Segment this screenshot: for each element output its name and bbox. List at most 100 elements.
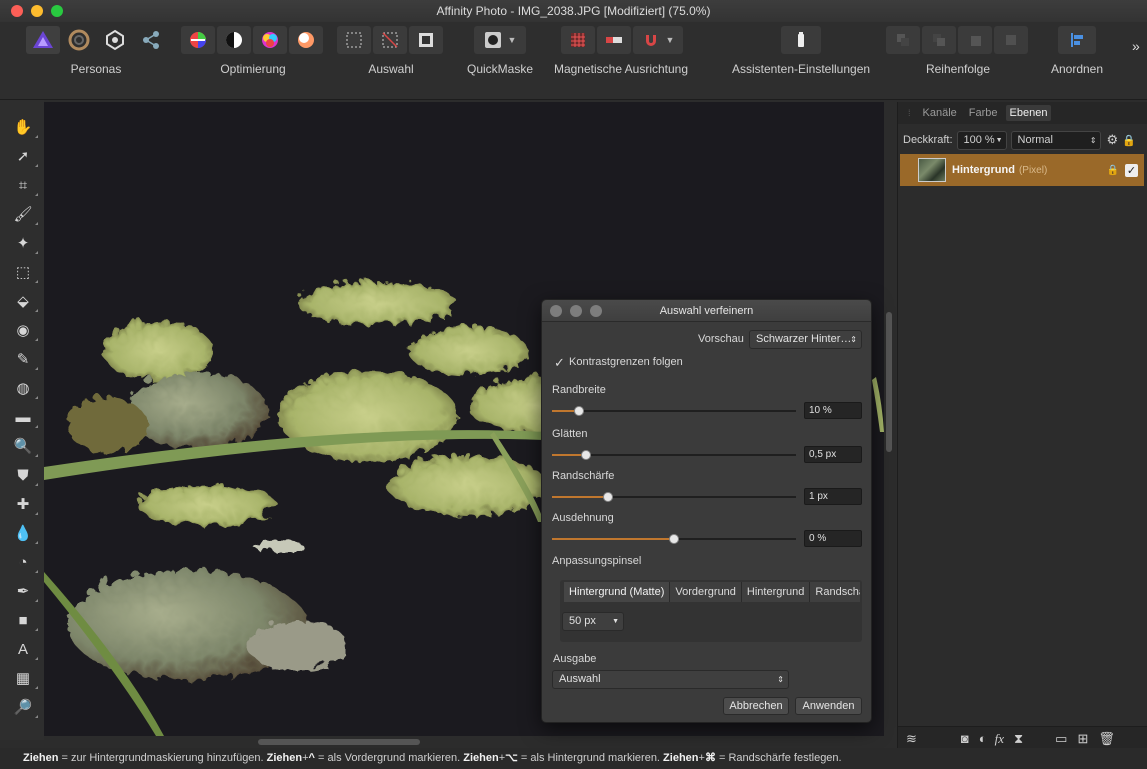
layers-stack-icon[interactable]: ≋	[906, 731, 917, 747]
slider-track[interactable]	[552, 450, 796, 460]
maximize-window-button[interactable]	[51, 5, 63, 17]
vertical-scrollbar[interactable]	[886, 312, 892, 452]
move-back-one-button[interactable]	[922, 26, 956, 54]
brush-tab[interactable]: Hintergrund	[741, 582, 811, 602]
liquify-persona-button[interactable]	[62, 26, 96, 54]
contrast-checkbox[interactable]: ✓	[554, 355, 565, 371]
close-window-button[interactable]	[11, 5, 23, 17]
slider-value-field[interactable]: 1 px	[804, 488, 862, 505]
slider-value-field[interactable]: 0 %	[804, 530, 862, 547]
hand-tool-icon[interactable]: ✋	[12, 116, 38, 138]
folder-icon[interactable]: ▭	[1055, 731, 1067, 747]
dialog-maximize-button[interactable]	[590, 305, 602, 317]
status-text: = Randschärfe festlegen.	[715, 752, 842, 764]
slider-value-field[interactable]: 0,5 px	[804, 446, 862, 463]
brush-size-select[interactable]: 50 px ▼	[562, 612, 624, 631]
add-pixel-layer-icon[interactable]: ⊞	[1077, 731, 1088, 747]
shape-tool-icon[interactable]: ■	[12, 609, 38, 631]
photo-persona-button[interactable]	[26, 26, 60, 54]
slider-knob[interactable]	[669, 534, 679, 544]
minimize-window-button[interactable]	[31, 5, 43, 17]
brush-tab[interactable]: Randschä	[810, 582, 860, 602]
horizontal-scrollbar[interactable]	[258, 739, 420, 745]
deselect-button[interactable]	[373, 26, 407, 54]
color-replace-icon[interactable]: ◍	[12, 377, 38, 399]
apply-button[interactable]: Anwenden	[795, 697, 862, 715]
slider-knob[interactable]	[581, 450, 592, 460]
gear-icon[interactable]: ⚙	[1107, 132, 1119, 148]
healing-icon[interactable]: ✚	[12, 493, 38, 515]
dialog-minimize-button[interactable]	[570, 305, 582, 317]
move-to-front-button[interactable]	[994, 26, 1028, 54]
trash-icon[interactable]: 🗑	[1098, 731, 1115, 747]
assistant-button[interactable]	[781, 26, 821, 54]
blend-mode-select[interactable]: Normal ⇕	[1010, 130, 1101, 150]
eraser-icon[interactable]: ▬	[12, 406, 38, 428]
paint-brush-icon[interactable]: ✎	[12, 348, 38, 370]
tab-farbe[interactable]: Farbe	[965, 105, 1002, 121]
brush-size-value: 50 px	[569, 615, 596, 627]
drag-handle-icon[interactable]: ⁞	[908, 108, 911, 118]
develop-persona-button[interactable]	[98, 26, 132, 54]
auto-levels-button[interactable]	[181, 26, 215, 54]
slider-knob[interactable]	[573, 406, 584, 416]
opacity-select[interactable]: 100 % ▼	[956, 130, 1007, 150]
preview-select[interactable]: Schwarzer Hinter… ⇕	[749, 330, 862, 349]
snapping-button[interactable]: ▼	[633, 26, 683, 54]
selection-brush-icon[interactable]: 🖌	[12, 203, 38, 225]
mask-layer-icon[interactable]: ◙	[961, 731, 969, 746]
brush-tab[interactable]: Hintergrund (Matte)	[564, 582, 671, 602]
slider-track[interactable]	[552, 406, 796, 416]
lock-icon[interactable]: 🔒	[1122, 134, 1136, 147]
zoom-tool-icon[interactable]: 🔎	[12, 696, 38, 718]
text-tool-icon[interactable]: A	[12, 638, 38, 660]
quickmaske-label: QuickMaske	[466, 62, 534, 76]
slider-track[interactable]	[552, 492, 796, 502]
dialog-close-button[interactable]	[550, 305, 562, 317]
auto-contrast-icon	[226, 32, 242, 48]
chevron-down-icon: ▼	[612, 618, 619, 625]
select-all-button[interactable]	[337, 26, 371, 54]
move-forward-one-icon	[971, 36, 981, 46]
move-back-one-icon	[933, 34, 945, 46]
flood-select-icon[interactable]: ✦	[12, 232, 38, 254]
live-filter-icon[interactable]: ⧗	[1014, 731, 1023, 747]
grid-snap-button[interactable]	[561, 26, 595, 54]
auto-white-balance-button[interactable]	[289, 26, 323, 54]
slider-knob[interactable]	[603, 492, 614, 502]
crop-tool-icon[interactable]: ⌗	[12, 174, 38, 196]
mesh-warp-icon[interactable]: ▦	[12, 667, 38, 689]
slider-value-field[interactable]: 10 %	[804, 402, 862, 419]
slider-track[interactable]	[552, 534, 796, 544]
quickmask-button[interactable]: ▼	[474, 26, 526, 54]
brush-tab[interactable]: Vordergrund	[670, 582, 742, 602]
optimierung-label: Optimierung	[220, 62, 286, 76]
toolbar-overflow-button[interactable]: »	[1132, 38, 1140, 54]
adjustment-icon[interactable]: ◐	[979, 731, 987, 746]
move-to-back-button[interactable]	[886, 26, 920, 54]
color-picker-icon[interactable]: ◉	[12, 319, 38, 341]
align-button[interactable]	[1058, 26, 1096, 54]
auto-contrast-button[interactable]	[217, 26, 251, 54]
snap-options-button[interactable]	[597, 26, 631, 54]
export-persona-button[interactable]	[134, 26, 168, 54]
fx-icon[interactable]: fx	[995, 731, 1004, 747]
marquee-tool-icon[interactable]: ⬚	[12, 261, 38, 283]
layer-visibility-checkbox[interactable]: ✓	[1125, 163, 1138, 177]
blur-icon[interactable]: 💧	[12, 522, 38, 544]
pen-tool-icon[interactable]: ✒	[12, 580, 38, 602]
auto-colors-button[interactable]	[253, 26, 287, 54]
dodge-icon[interactable]: 🔍	[12, 435, 38, 457]
flood-fill-icon[interactable]: ⬙	[12, 290, 38, 312]
tab-kanaele[interactable]: Kanäle	[919, 105, 961, 121]
output-select[interactable]: Auswahl ⇕	[552, 670, 789, 689]
red-eye-icon[interactable]: ◔	[12, 551, 38, 573]
tab-ebenen[interactable]: Ebenen	[1005, 105, 1052, 121]
layer-lock-icon[interactable]: 🔒	[1107, 165, 1119, 176]
layer-row[interactable]: Hintergrund (Pixel) 🔒 ✓	[900, 154, 1144, 186]
move-forward-one-button[interactable]	[958, 26, 992, 54]
invert-selection-button[interactable]	[409, 26, 443, 54]
cancel-button[interactable]: Abbrechen	[723, 697, 789, 715]
move-tool-icon[interactable]: ➚	[12, 145, 38, 167]
clone-icon[interactable]: ⛊	[12, 464, 38, 486]
